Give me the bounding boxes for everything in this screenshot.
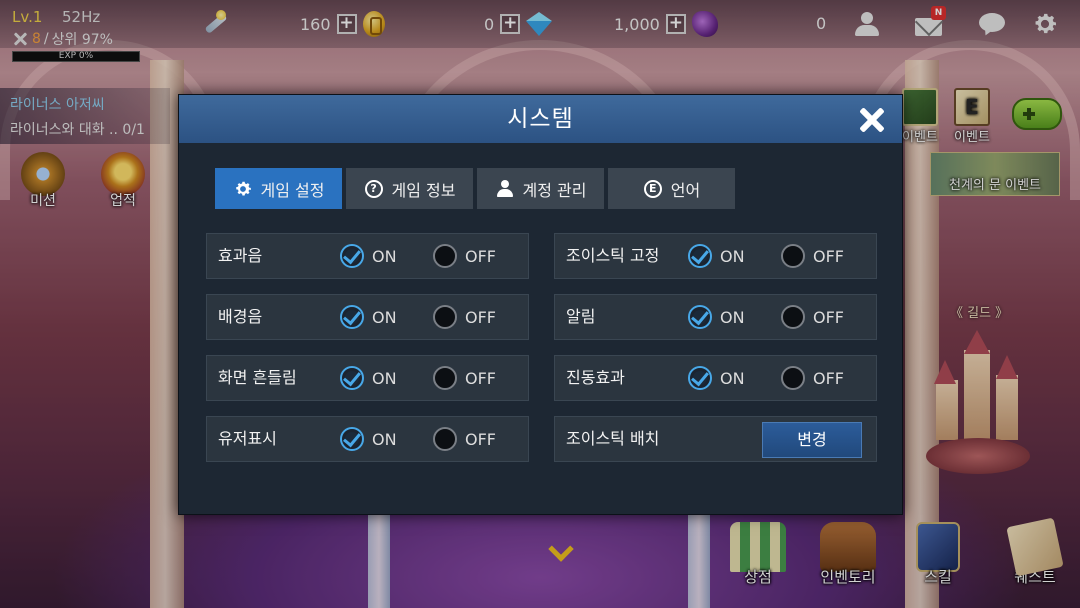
joystick-lock-on-radio[interactable]: ON [688, 244, 745, 268]
checked-radio-icon [340, 427, 364, 451]
on-label: ON [720, 368, 745, 388]
setting-row-joystick-lock: 조이스틱 고정 ON OFF [554, 233, 877, 279]
checked-radio-icon [340, 305, 364, 329]
checked-radio-icon [340, 366, 364, 390]
checked-radio-icon [688, 366, 712, 390]
setting-label: 진동효과 [566, 368, 625, 387]
tab-label: 언어 [670, 180, 701, 200]
off-label: OFF [465, 246, 496, 266]
setting-row-bgm: 배경음 ON OFF [206, 294, 529, 340]
bgm-off-radio[interactable]: OFF [433, 305, 496, 329]
question-icon: ? [364, 179, 384, 199]
setting-row-notifications: 알림 ON OFF [554, 294, 877, 340]
setting-label: 조이스틱 고정 [566, 246, 660, 265]
unchecked-radio-icon [433, 244, 457, 268]
tab-label: 계정 관리 [522, 180, 587, 200]
checked-radio-icon [688, 305, 712, 329]
user-icon [495, 179, 515, 199]
system-settings-dialog: 시스템 게임 설정 ? 게임 정보 계정 관리 E 언어 효과음 ON OFF [178, 94, 903, 515]
settings-tabs: 게임 설정 ? 게임 정보 계정 관리 E 언어 [215, 168, 735, 209]
on-label: ON [372, 246, 397, 266]
checked-radio-icon [340, 244, 364, 268]
setting-label: 효과음 [218, 246, 263, 265]
bgm-on-radio[interactable]: ON [340, 305, 397, 329]
on-label: ON [372, 368, 397, 388]
off-label: OFF [813, 307, 844, 327]
change-joystick-layout-button[interactable]: 변경 [762, 422, 862, 458]
e-circle-icon: E [643, 179, 663, 199]
setting-label: 조이스틱 배치 [566, 429, 660, 448]
setting-row-screen-shake: 화면 흔들림 ON OFF [206, 355, 529, 401]
off-label: OFF [465, 429, 496, 449]
setting-row-joystick-layout: 조이스틱 배치 변경 [554, 416, 877, 462]
setting-label: 화면 흔들림 [218, 368, 297, 387]
notifications-on-radio[interactable]: ON [688, 305, 745, 329]
unchecked-radio-icon [781, 366, 805, 390]
dialog-header: 시스템 [179, 95, 902, 143]
setting-label: 알림 [566, 307, 596, 326]
close-icon[interactable] [858, 106, 886, 134]
notifications-off-radio[interactable]: OFF [781, 305, 844, 329]
on-label: ON [372, 307, 397, 327]
gear-icon [233, 179, 253, 199]
unchecked-radio-icon [781, 305, 805, 329]
tab-label: 게임 설정 [260, 180, 325, 200]
off-label: OFF [465, 368, 496, 388]
setting-row-sound-effects: 효과음 ON OFF [206, 233, 529, 279]
vibration-on-radio[interactable]: ON [688, 366, 745, 390]
screen-shake-on-radio[interactable]: ON [340, 366, 397, 390]
sound-effects-off-radio[interactable]: OFF [433, 244, 496, 268]
tab-account[interactable]: 계정 관리 [477, 168, 604, 209]
sound-effects-on-radio[interactable]: ON [340, 244, 397, 268]
tab-language[interactable]: E 언어 [608, 168, 735, 209]
unchecked-radio-icon [781, 244, 805, 268]
setting-label: 배경음 [218, 307, 263, 326]
unchecked-radio-icon [433, 427, 457, 451]
on-label: ON [720, 246, 745, 266]
off-label: OFF [813, 368, 844, 388]
on-label: ON [720, 307, 745, 327]
setting-row-vibration: 진동효과 ON OFF [554, 355, 877, 401]
unchecked-radio-icon [433, 366, 457, 390]
unchecked-radio-icon [433, 305, 457, 329]
tab-game-settings[interactable]: 게임 설정 [215, 168, 342, 209]
screen-shake-off-radio[interactable]: OFF [433, 366, 496, 390]
off-label: OFF [465, 307, 496, 327]
on-label: ON [372, 429, 397, 449]
tab-label: 게임 정보 [391, 180, 456, 200]
user-display-on-radio[interactable]: ON [340, 427, 397, 451]
vibration-off-radio[interactable]: OFF [781, 366, 844, 390]
off-label: OFF [813, 246, 844, 266]
setting-label: 유저표시 [218, 429, 277, 448]
checked-radio-icon [688, 244, 712, 268]
tab-game-info[interactable]: ? 게임 정보 [346, 168, 473, 209]
setting-row-user-display: 유저표시 ON OFF [206, 416, 529, 462]
dialog-title: 시스템 [507, 106, 574, 132]
user-display-off-radio[interactable]: OFF [433, 427, 496, 451]
joystick-lock-off-radio[interactable]: OFF [781, 244, 844, 268]
